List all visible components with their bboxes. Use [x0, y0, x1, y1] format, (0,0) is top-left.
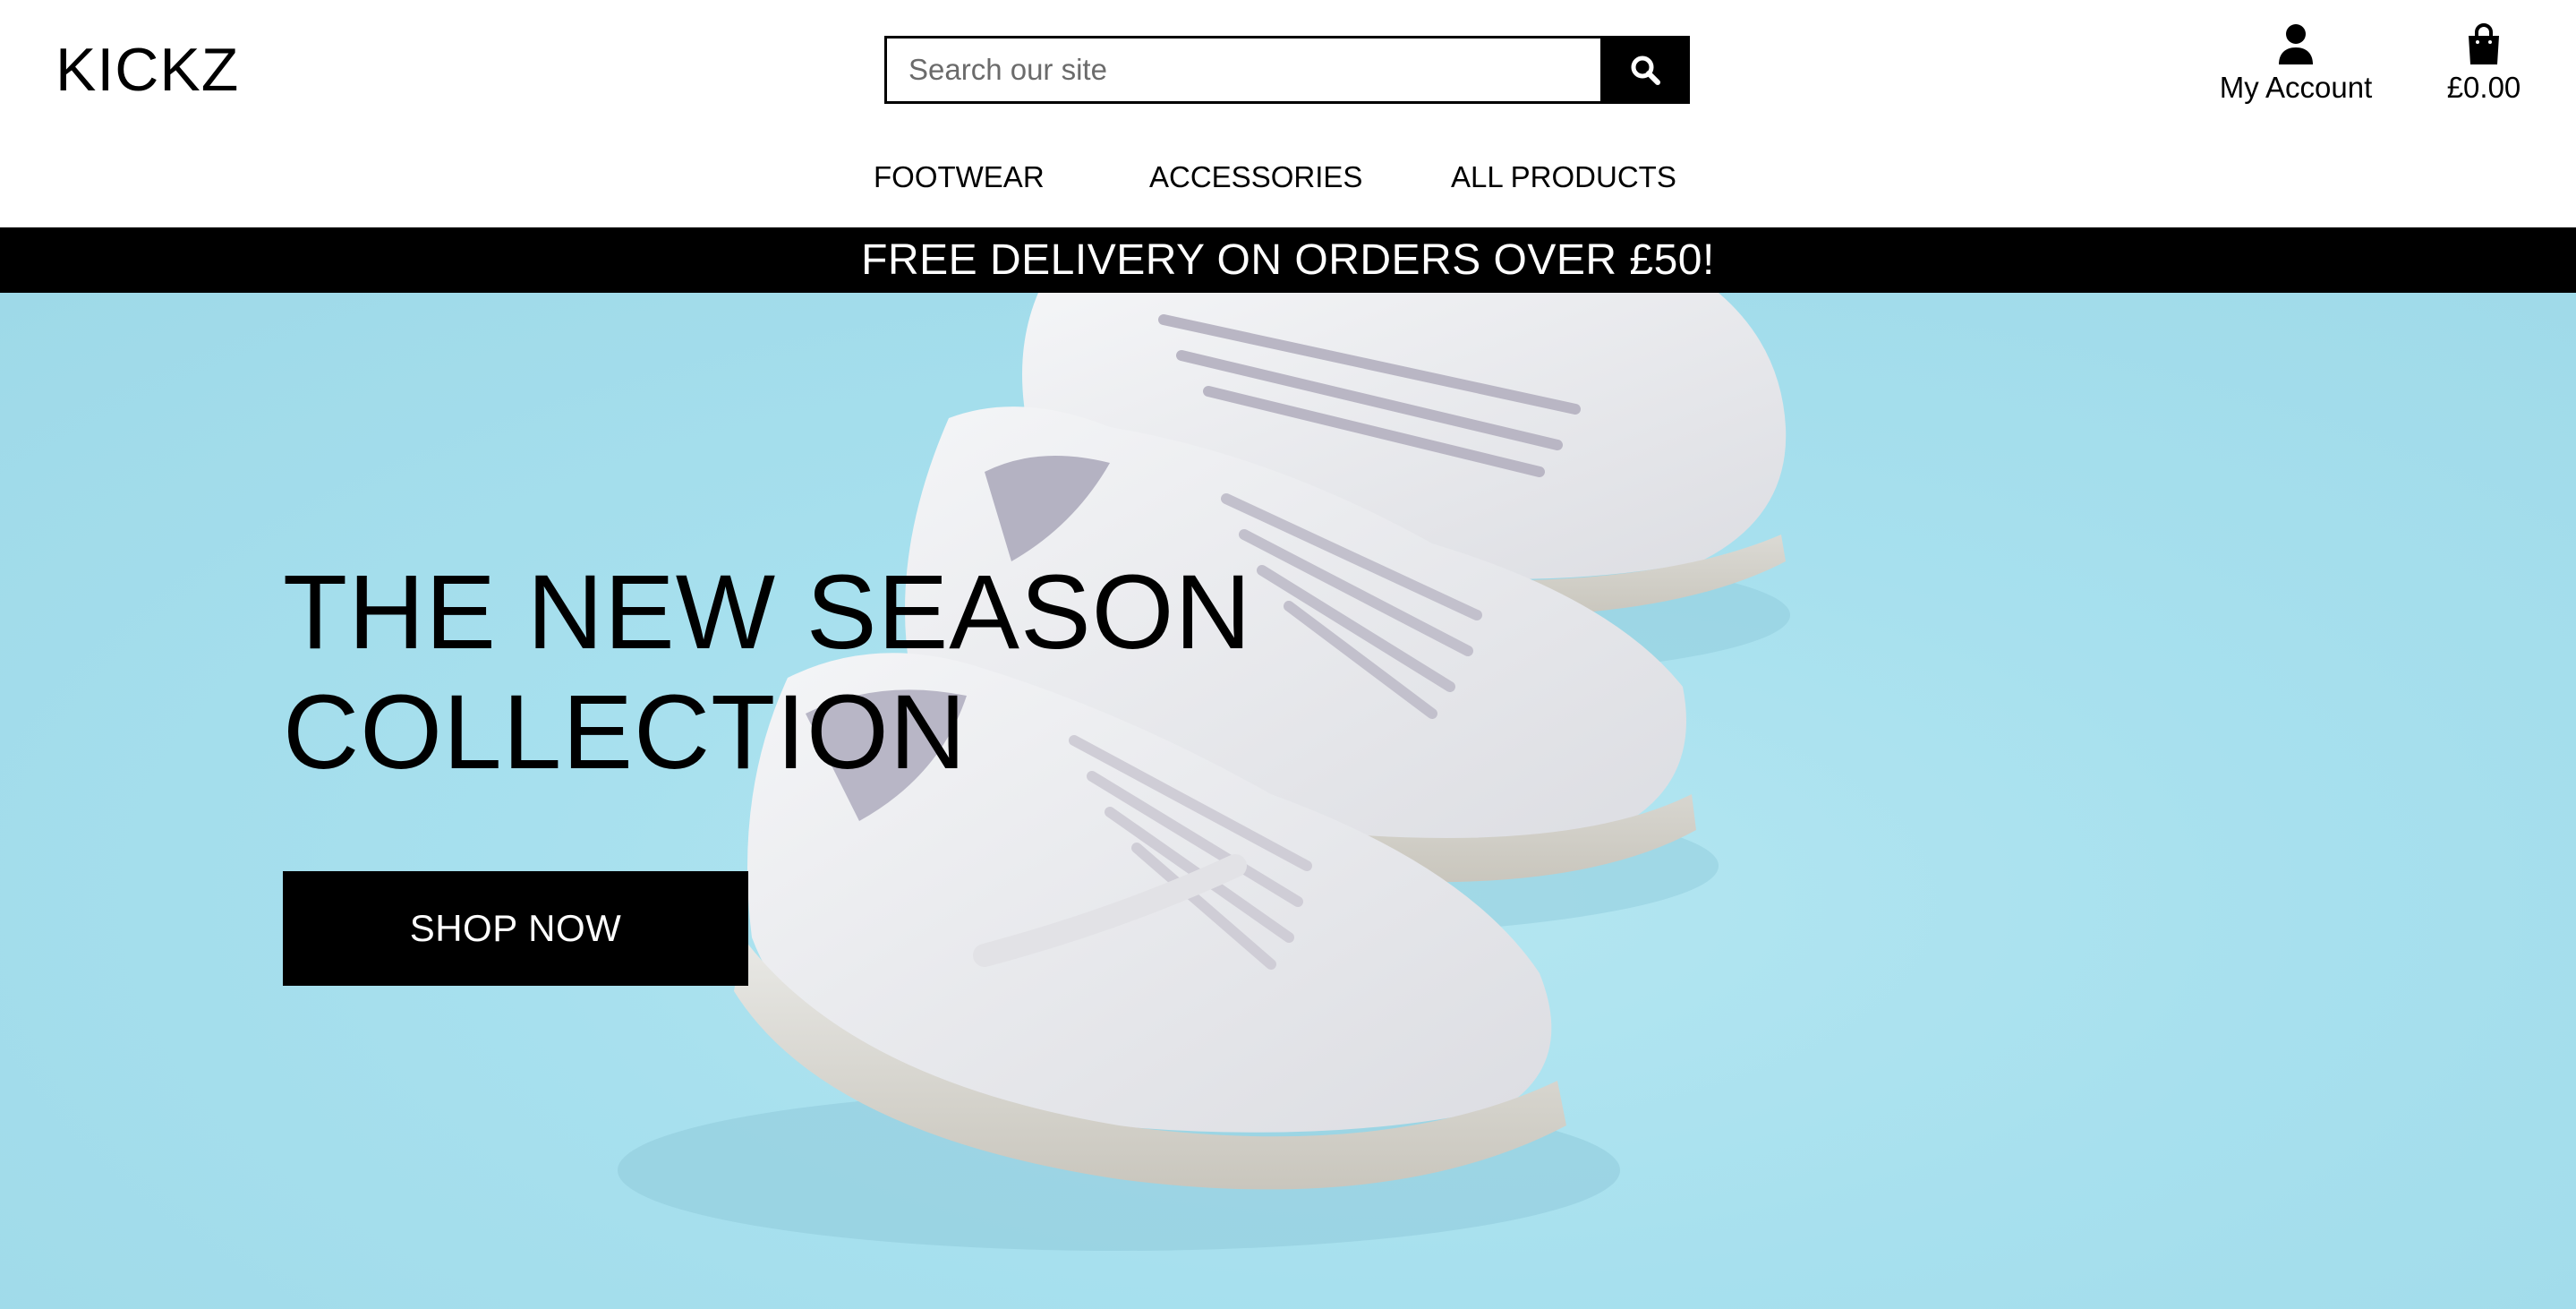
search-button[interactable] [1600, 36, 1690, 104]
nav-item-footwear[interactable]: FOOTWEAR [874, 154, 1045, 201]
hero-section: THE NEW SEASON COLLECTION SHOP NOW [0, 293, 2576, 1309]
hero-title: THE NEW SEASON COLLECTION [283, 552, 1267, 792]
my-account-label: My Account [2219, 71, 2373, 104]
hero-title-line-2: COLLECTION [283, 673, 968, 791]
user-icon [2279, 24, 2313, 64]
nav-item-all-products[interactable]: ALL PRODUCTS [1451, 154, 1676, 201]
shopping-bag-icon [2469, 23, 2499, 64]
search-icon [1631, 56, 1660, 85]
search-input[interactable] [884, 36, 1600, 104]
shop-now-button[interactable]: SHOP NOW [283, 871, 748, 986]
shopping-bag-link[interactable]: £0.00 [2435, 23, 2533, 113]
hero-title-line-1: THE NEW SEASON [283, 553, 1252, 672]
my-account-link[interactable]: My Account [2211, 23, 2381, 113]
sneakers-image [618, 293, 1790, 1251]
nav-item-accessories[interactable]: ACCESSORIES [1149, 154, 1362, 201]
site-logo[interactable]: KICKZ [55, 34, 239, 106]
main-nav: FOOTWEAR ACCESSORIES ALL PRODUCTS [0, 154, 2576, 201]
bag-total: £0.00 [2446, 71, 2521, 104]
delivery-banner: FREE DELIVERY ON ORDERS OVER £50! [0, 227, 2576, 293]
search-bar [884, 36, 1690, 104]
site-header: KICKZ My Account £0.00 FOOTWEAR ACCESSOR… [0, 0, 2576, 227]
